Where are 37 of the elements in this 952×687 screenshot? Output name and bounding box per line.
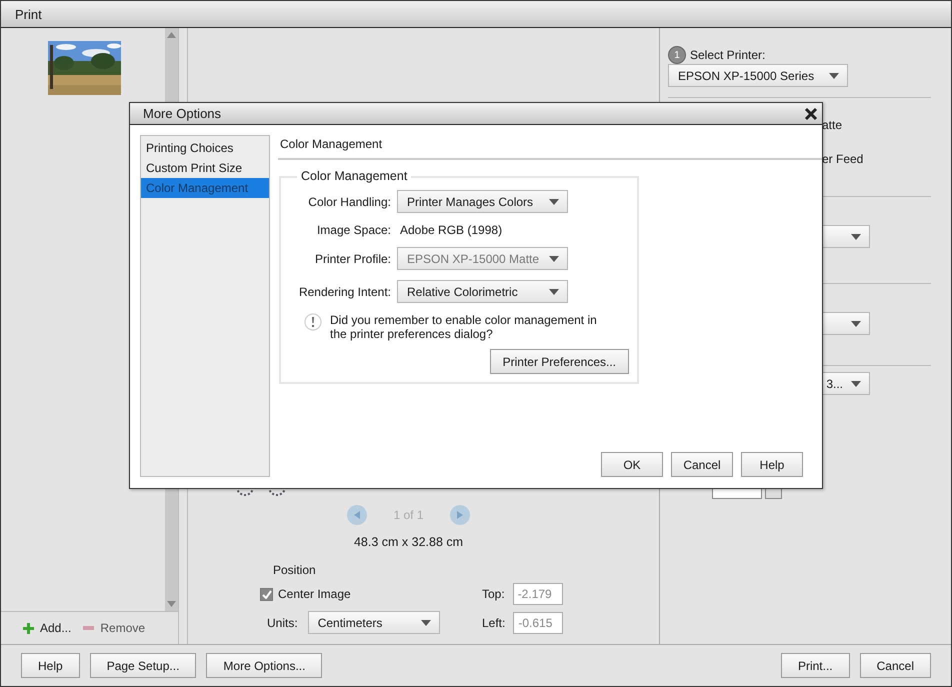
step-badge: 1 [668,46,686,64]
printer-preferences-button[interactable]: Printer Preferences... [490,349,629,374]
section-title: Position [273,563,317,577]
category-item[interactable]: Printing Choices [141,138,269,158]
dropdown[interactable]: Relative Colorimetric [397,280,568,303]
footer-button[interactable]: Cancel [860,653,931,678]
window-title: Print [15,6,42,22]
field-label: Left: [482,616,506,630]
field-label: Top: [482,587,505,601]
category-item[interactable]: Custom Print Size [141,158,269,178]
field-label: Printer Profile: [314,252,391,266]
panel-heading: Color Management [280,137,382,151]
footer-button[interactable]: Help [21,653,80,678]
units-dropdown[interactable]: Centimeters [308,611,440,634]
footer-button[interactable]: Page Setup... [90,653,196,678]
page-indicator: 1 of 1 [393,508,424,522]
remove-button[interactable]: Remove [83,621,146,635]
field-label: Image Space: [316,223,391,237]
field-label: Rendering Intent: [298,284,391,298]
group-title: Color Management [297,169,412,183]
field-label: Color Handling: [307,194,391,208]
printer-dropdown[interactable]: EPSON XP-15000 Series [668,64,848,87]
checkbox-label[interactable]: Center Image [278,587,351,601]
dialog-button[interactable]: Cancel [671,452,733,477]
field-value: Adobe RGB (1998) [399,223,504,237]
field-label: Units: [267,616,298,630]
option-label: atte [822,118,842,132]
footer-button[interactable]: Print... [780,653,850,678]
print-size-text: 48.3 cm x 32.88 cm [352,535,464,549]
add-button[interactable]: Add... [23,621,72,635]
notice-text: Did you remember to enable color management in the printer preferences dialog? [330,313,598,341]
dialog-button[interactable]: Help [741,452,803,477]
dialog-title: More Options [143,106,222,121]
footer-button[interactable]: More Options... [206,653,322,678]
dialog-button[interactable]: OK [601,452,663,477]
dropdown[interactable]: Printer Manages Colors [397,190,568,213]
field-label: Select Printer: [690,48,766,62]
